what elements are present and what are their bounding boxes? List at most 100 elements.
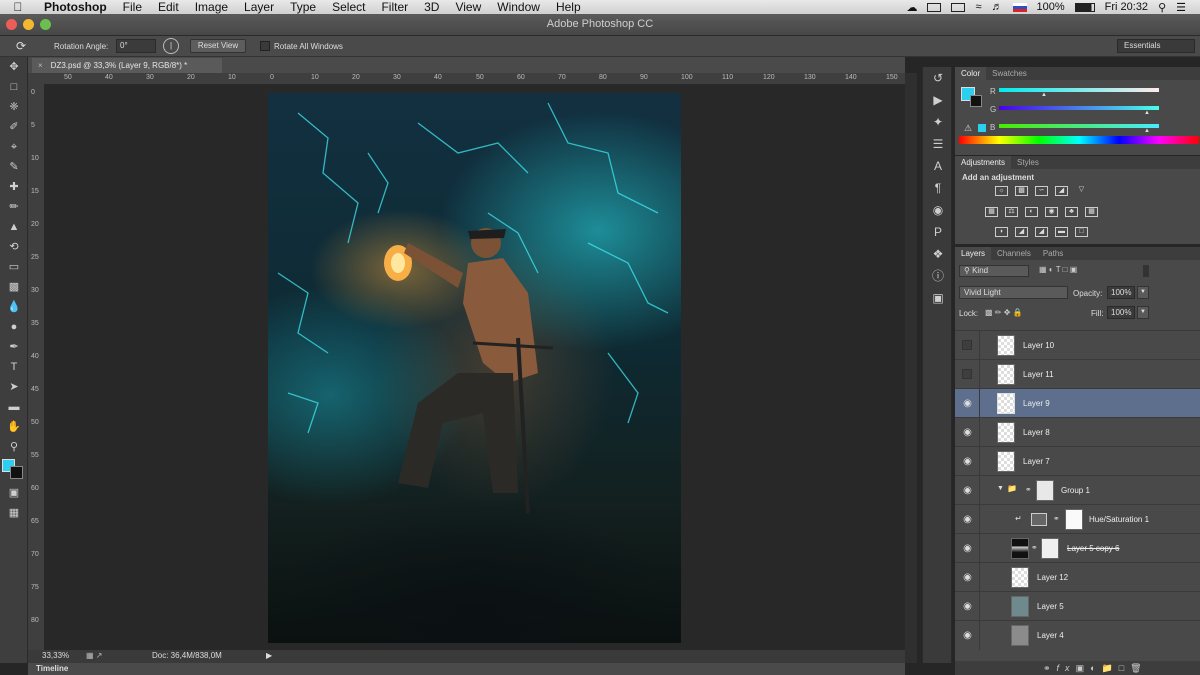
b-slider-thumb[interactable]: ▲ [1144,128,1150,134]
rectangle-tool-icon[interactable]: ▬ [0,397,28,417]
menu-select[interactable]: Select [324,0,373,14]
tab-layers[interactable]: Layers [955,247,992,260]
apple-menu-icon[interactable]:  [0,0,36,14]
crop-tool-icon[interactable]: ⌖ [0,137,28,157]
notification-list-icon[interactable]: ☰ [1176,1,1186,14]
menu-photoshop[interactable]: Photoshop [36,0,115,14]
pen-tool-icon[interactable]: ✒ [0,337,28,357]
zoom-tool-icon[interactable]: ⚲ [0,437,28,457]
status-menu-arrow-icon[interactable]: ▶ [266,651,272,660]
eye-icon[interactable]: ◉ [962,398,973,409]
menu-layer[interactable]: Layer [236,0,282,14]
layer-row[interactable]: ◉ ⚭ Layer 5 copy 6 [955,533,1200,563]
selective-color-icon[interactable]: □ [1075,227,1088,237]
eye-icon[interactable]: ◉ [962,456,973,467]
adjustment-layer-row[interactable]: ◉ ↵ ⚭ Hue/Saturation 1 [955,504,1200,534]
history-brush-tool-icon[interactable]: ⟲ [0,237,28,257]
paragraph-panel-icon[interactable]: ¶ [923,177,953,199]
eye-icon[interactable]: ◉ [962,485,973,496]
horizontal-ruler[interactable]: 50 40 30 20 10 0 10 20 30 40 50 60 70 80… [44,73,905,85]
vibrance-icon[interactable]: ▽ [1075,186,1088,196]
color-balance-icon[interactable]: ⚖ [1005,207,1018,217]
rotation-angle-input[interactable]: 0° [116,39,156,53]
eye-icon[interactable]: ◉ [962,543,973,554]
b-slider[interactable] [999,124,1159,128]
menu-edit[interactable]: Edit [150,0,187,14]
layer-name[interactable]: Layer 12 [1037,573,1068,582]
black-white-icon[interactable]: ◐ [1025,207,1038,217]
threshold-icon[interactable]: ◢ [1035,227,1048,237]
filter-icons[interactable]: ▦ ◐ T □ ▣ [1039,265,1077,274]
clone-source-icon[interactable]: ▣ [923,287,953,309]
tab-adjustments[interactable]: Adjustments [955,156,1012,169]
layer-row[interactable]: ◉ Layer 5 [955,591,1200,621]
move-tool-icon[interactable]: ✥ [0,57,28,77]
rotate-all-windows-checkbox[interactable] [260,41,270,51]
menu-type[interactable]: Type [282,0,324,14]
display-icon[interactable] [951,2,966,12]
opacity-dropdown-icon[interactable]: ▼ [1137,286,1149,299]
group-expand-arrow-icon[interactable]: ▼ [997,485,1004,492]
invert-icon[interactable]: ◗ [995,227,1008,237]
menu-3d[interactable]: 3D [416,0,447,14]
layer-name[interactable]: Layer 5 [1037,602,1064,611]
document-canvas[interactable] [44,85,905,650]
character-panel-icon[interactable]: A [923,155,953,177]
exposure-icon[interactable]: ◢ [1055,186,1068,196]
eye-icon[interactable]: ◉ [962,427,973,438]
history-panel-icon[interactable]: ↺ [923,67,953,89]
wifi-icon[interactable]: ≈ [975,1,981,13]
layer-visibility-toggle[interactable] [962,369,972,379]
spotlight-icon[interactable]: ⚲ [1158,1,1166,14]
ruler-origin[interactable] [28,73,44,85]
tab-swatches[interactable]: Swatches [986,67,1033,80]
marquee-tool-icon[interactable]: □ [0,77,28,97]
levels-icon[interactable]: ▩ [1015,186,1028,196]
tab-paths[interactable]: Paths [1037,247,1069,260]
eye-icon[interactable]: ◉ [962,601,973,612]
lasso-tool-icon[interactable]: ❈ [0,97,28,117]
tab-styles[interactable]: Styles [1011,156,1045,169]
reset-view-button[interactable]: Reset View [190,39,246,53]
background-color-swatch[interactable] [10,466,23,479]
fill-dropdown-icon[interactable]: ▼ [1137,306,1149,319]
color-spectrum-bar[interactable] [959,136,1199,144]
window-icon[interactable] [927,2,942,12]
curves-icon[interactable]: ∽ [1035,186,1048,196]
menu-view[interactable]: View [447,0,489,14]
menu-image[interactable]: Image [187,0,236,14]
layer-name[interactable]: Group 1 [1061,486,1090,495]
channel-mixer-icon[interactable]: ♣ [1065,207,1078,217]
path-selection-tool-icon[interactable]: ➤ [0,377,28,397]
eye-icon[interactable]: ◉ [962,630,973,641]
artwork-image[interactable] [268,93,681,643]
layer-name[interactable]: Layer 9 [1023,399,1050,408]
brush-presets-icon[interactable]: ✦ [923,111,953,133]
layer-name[interactable]: Layer 8 [1023,428,1050,437]
layer-row[interactable]: Layer 11 [955,359,1200,389]
battery-icon[interactable] [1074,2,1095,12]
filter-toggle[interactable] [1143,265,1149,277]
tab-channels[interactable]: Channels [991,247,1037,260]
clock[interactable]: Fri 20:32 [1105,1,1148,13]
group-row[interactable]: ◉ ▼ 📁 ⚭ Group 1 [955,475,1200,505]
actions-panel-icon[interactable]: ▶ [923,89,953,111]
screen-mode-icon[interactable]: ▦ [0,503,28,523]
menu-window[interactable]: Window [489,0,548,14]
kuler-panel-icon[interactable]: ❖ [923,243,953,265]
workspace-switcher[interactable]: Essentials [1117,39,1195,53]
eyedropper-tool-icon[interactable]: ✎ [0,157,28,177]
menu-file[interactable]: File [115,0,150,14]
layer-filter-select[interactable]: ⚲ Kind [959,265,1029,277]
status-icons[interactable]: ▦ ↗ [86,651,102,660]
posterize-icon[interactable]: ◢ [1015,227,1028,237]
layer-row[interactable]: ◉ Layer 12 [955,562,1200,592]
menu-filter[interactable]: Filter [373,0,416,14]
hue-saturation-icon[interactable]: ▦ [985,207,998,217]
layer-name[interactable]: Hue/Saturation 1 [1089,515,1149,524]
brightness-contrast-icon[interactable]: ☼ [995,186,1008,196]
gradient-tool-icon[interactable]: ▩ [0,277,28,297]
quick-mask-icon[interactable]: ▣ [0,483,28,503]
gradient-map-icon[interactable]: ▬ [1055,227,1068,237]
layer-name[interactable]: Layer 11 [1023,370,1054,379]
